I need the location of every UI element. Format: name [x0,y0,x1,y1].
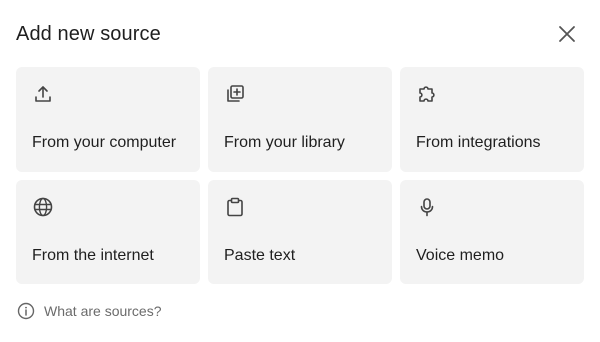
source-option-label: From your computer [32,134,177,151]
source-option-label: Paste text [224,247,296,264]
info-icon [16,301,36,321]
source-option-computer[interactable]: From your computer [16,67,200,172]
globe-icon [32,196,54,218]
close-icon [558,25,576,43]
add-source-dialog: Add new source From your computer From y… [0,0,600,342]
source-option-label: From the internet [32,247,154,264]
library-add-icon [224,83,246,105]
source-option-internet[interactable]: From the internet [16,180,200,284]
dialog-title: Add new source [16,23,161,45]
source-option-paste-text[interactable]: Paste text [208,180,392,284]
source-option-voice-memo[interactable]: Voice memo [400,180,584,284]
source-option-label: From integrations [416,134,541,151]
close-button[interactable] [553,20,581,48]
what-are-sources-link[interactable]: What are sources? [16,301,162,321]
source-options-grid: From your computer From your library Fro… [16,67,584,284]
help-text: What are sources? [44,303,162,319]
puzzle-icon [416,83,438,105]
microphone-icon [416,196,438,218]
clipboard-icon [224,196,246,218]
source-option-label: Voice memo [416,247,505,264]
upload-icon [32,83,54,105]
source-option-integrations[interactable]: From integrations [400,67,584,172]
source-option-library[interactable]: From your library [208,67,392,172]
source-option-label: From your library [224,134,345,151]
